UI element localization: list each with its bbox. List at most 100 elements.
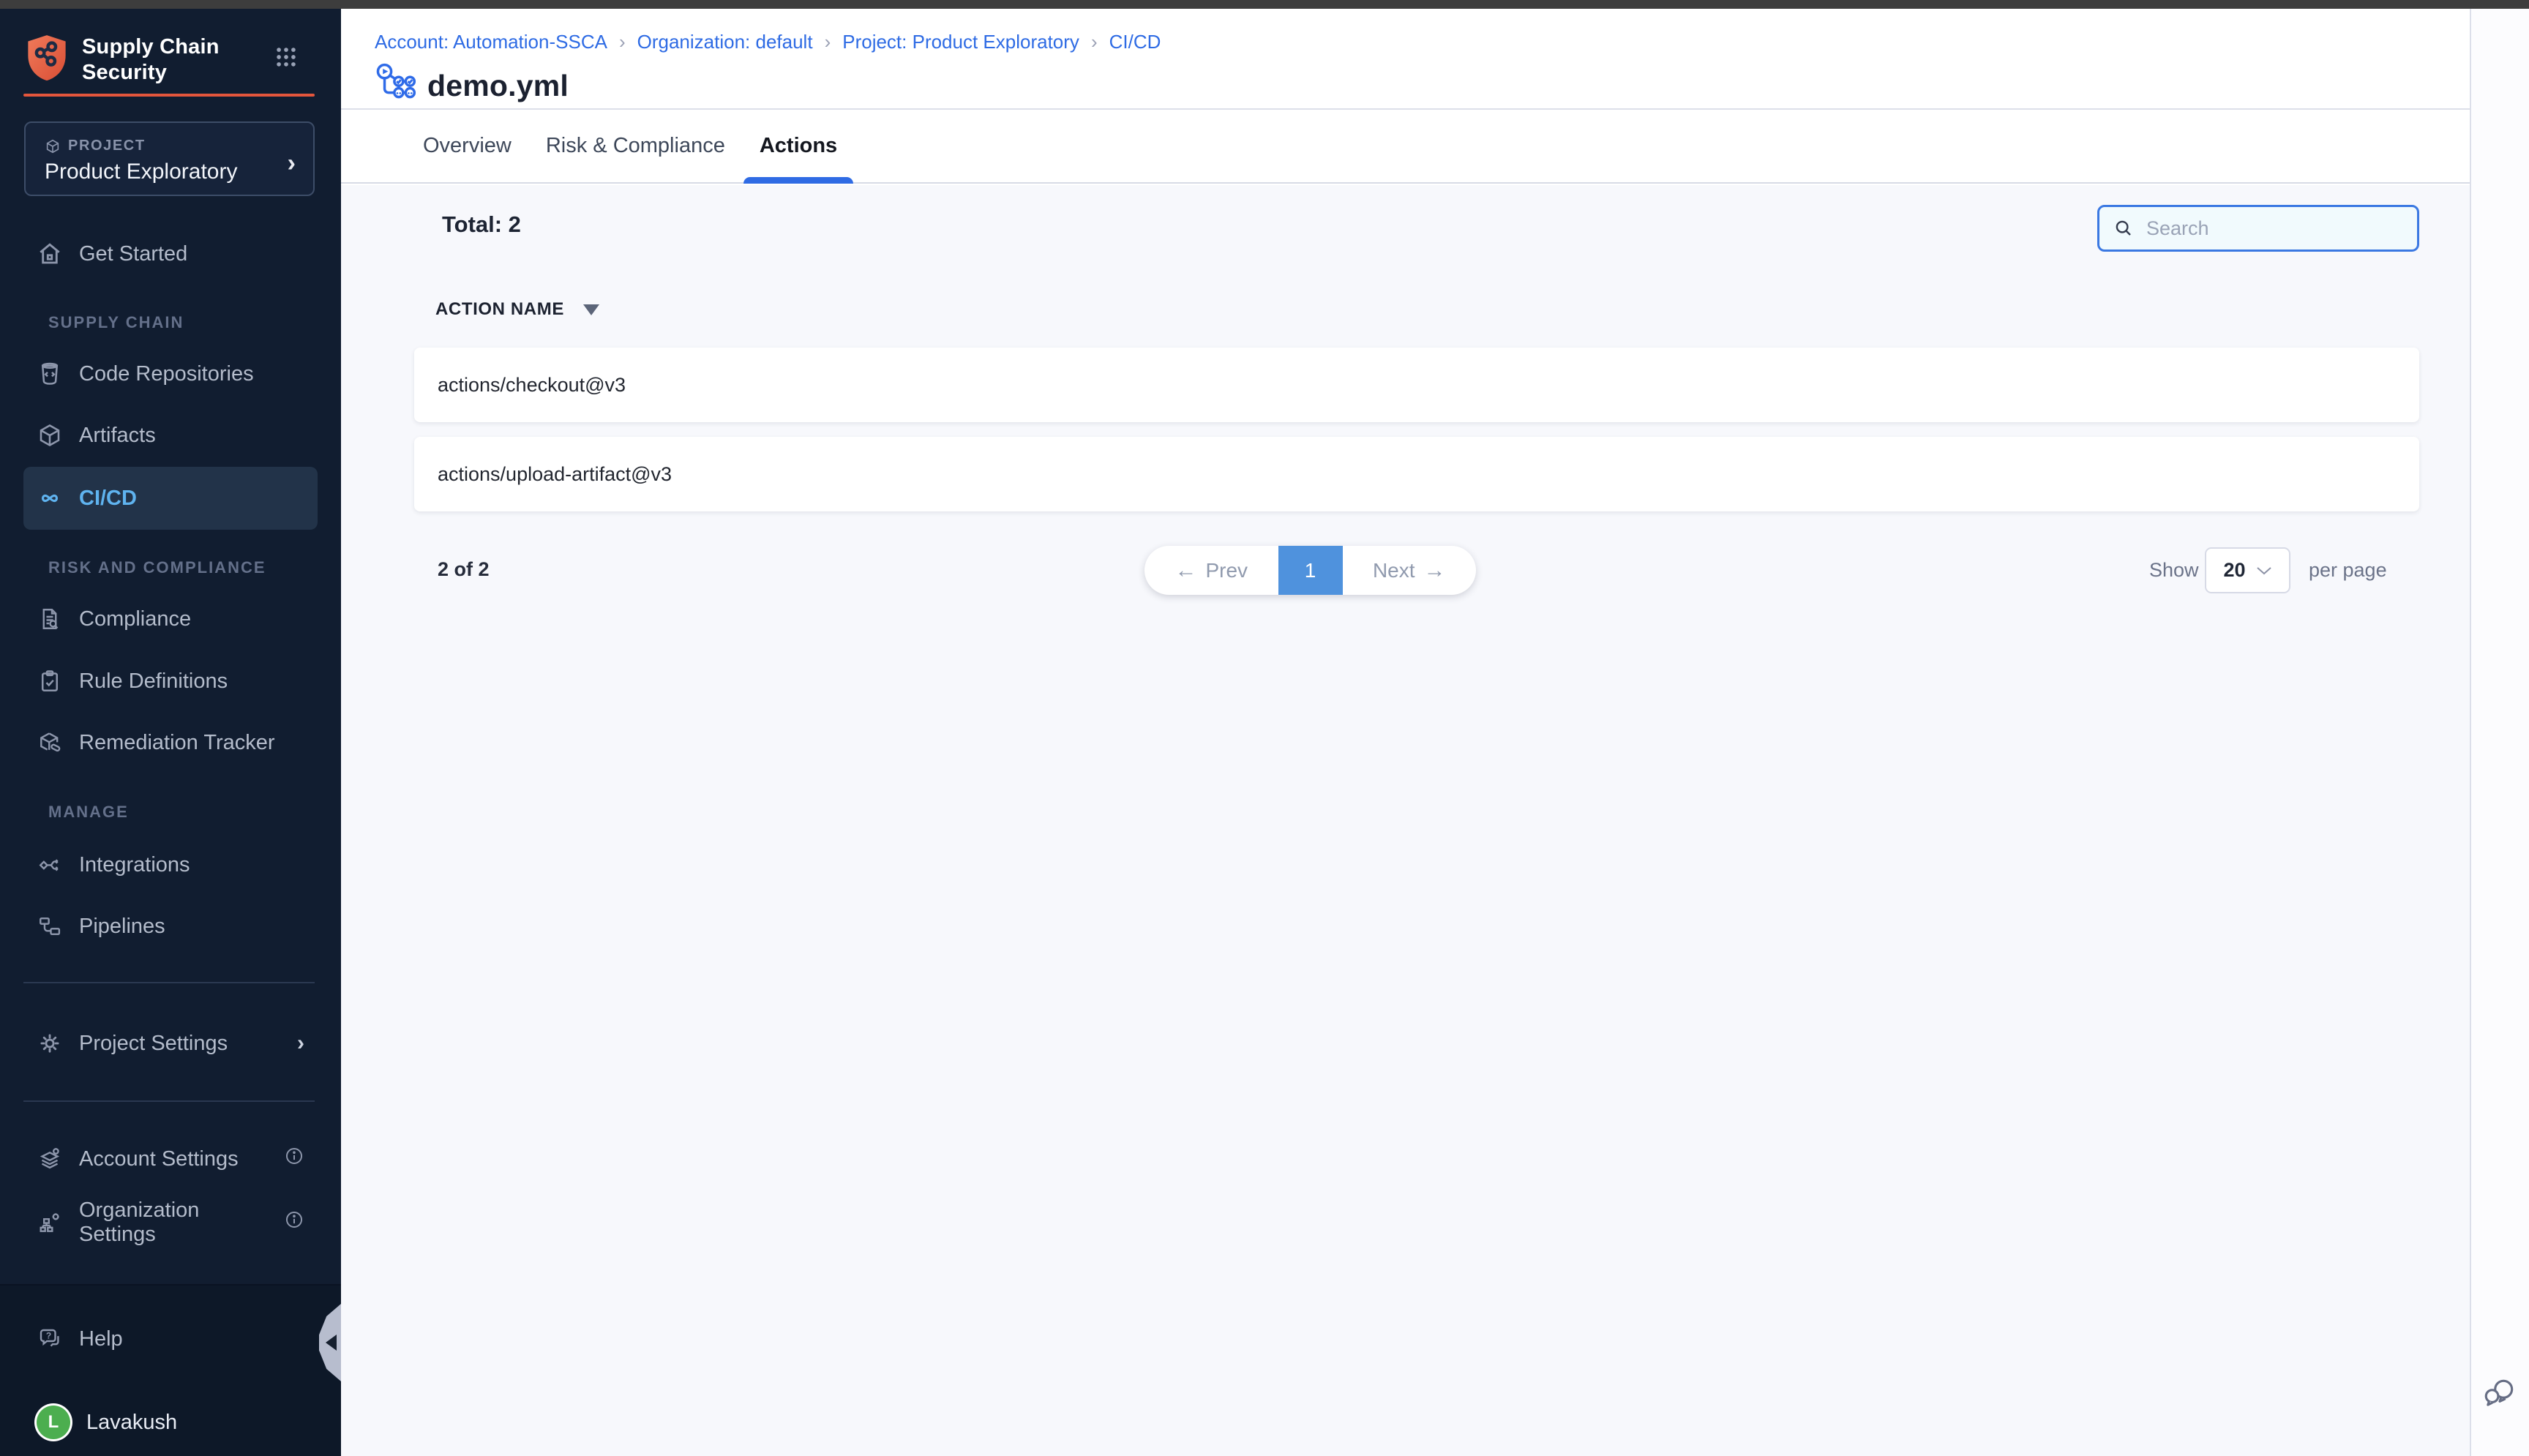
sidebar: Supply Chain Security PROJECT Product Ex…	[0, 9, 341, 1456]
sidebar-item-rule-definitions[interactable]: Rule Definitions	[23, 650, 318, 713]
table-header: ACTION NAME	[435, 299, 599, 320]
sidebar-item-integrations[interactable]: Integrations	[23, 833, 318, 896]
page-size-value: 20	[2223, 559, 2245, 582]
user-name: Lavakush	[86, 1411, 177, 1435]
info-icon[interactable]	[284, 1209, 304, 1236]
info-icon[interactable]	[284, 1146, 304, 1172]
help-chat-icon: ?	[37, 1326, 63, 1352]
project-label: PROJECT	[68, 138, 146, 154]
sidebar-item-label: Help	[79, 1327, 123, 1351]
app-title: Supply Chain Security	[82, 34, 220, 86]
prev-page-button[interactable]: ← Prev	[1144, 546, 1278, 595]
page-1-button[interactable]: 1	[1278, 546, 1343, 595]
project-cube-icon	[45, 138, 61, 154]
app-switcher-grid-icon[interactable]	[274, 45, 299, 70]
clipboard-check-icon	[37, 668, 63, 694]
infinity-cicd-icon	[37, 485, 63, 511]
sidebar-item-remediation-tracker[interactable]: Remediation Tracker	[23, 711, 318, 774]
chat-support-icon[interactable]	[2481, 1376, 2518, 1412]
sort-descending-icon[interactable]	[583, 304, 599, 315]
home-icon	[37, 241, 63, 267]
sidebar-item-label: Integrations	[79, 853, 190, 877]
tab-overview[interactable]: Overview	[423, 110, 512, 182]
right-arrow-icon: →	[1424, 560, 1446, 582]
pagination: ← Prev 1 Next →	[1144, 546, 1476, 595]
sidebar-divider	[23, 982, 315, 983]
breadcrumb-cicd-link[interactable]: CI/CD	[1109, 31, 1161, 53]
page-size-select[interactable]: 20	[2205, 547, 2290, 593]
chevron-right-icon: ›	[297, 1031, 304, 1056]
sidebar-section-manage: MANAGE	[48, 803, 129, 822]
project-selector[interactable]: PROJECT Product Exploratory ›	[24, 121, 315, 196]
search-box	[2097, 205, 2419, 252]
breadcrumb-project-link[interactable]: Project: Product Exploratory	[842, 31, 1079, 53]
sidebar-item-get-started[interactable]: Get Started	[23, 222, 318, 285]
sidebar-item-project-settings[interactable]: Project Settings ›	[23, 1012, 318, 1075]
main-area: Account: Automation-SSCA › Organization:…	[341, 9, 2471, 1456]
sidebar-user-menu[interactable]: L Lavakush	[23, 1391, 318, 1454]
page-header: Account: Automation-SSCA › Organization:…	[341, 9, 2471, 110]
layers-gear-icon	[37, 1146, 63, 1172]
sidebar-item-label: Get Started	[79, 242, 187, 266]
right-gutter	[2470, 9, 2529, 1456]
sidebar-item-label: Rule Definitions	[79, 669, 228, 694]
sidebar-item-label: Account Settings	[79, 1147, 239, 1171]
action-name-cell: actions/checkout@v3	[438, 374, 626, 397]
breadcrumb-separator: ›	[825, 31, 831, 53]
sidebar-item-account-settings[interactable]: Account Settings	[23, 1127, 318, 1190]
search-input[interactable]	[2145, 217, 2407, 241]
pagination-range: 2 of 2	[438, 558, 490, 581]
tab-risk-compliance[interactable]: Risk & Compliance	[546, 110, 725, 182]
search-icon	[2113, 217, 2135, 239]
sidebar-item-artifacts[interactable]: Artifacts	[23, 404, 318, 467]
cube-icon	[37, 422, 63, 449]
sidebar-item-compliance[interactable]: Compliance	[23, 588, 318, 650]
document-search-icon	[37, 606, 63, 632]
sidebar-item-label: Organization Settings	[79, 1198, 268, 1247]
breadcrumb: Account: Automation-SSCA › Organization:…	[375, 31, 1161, 53]
breadcrumb-separator: ›	[1091, 31, 1098, 53]
page-title-row: demo.yml	[375, 63, 569, 108]
table-row[interactable]: actions/upload-artifact@v3	[414, 437, 2419, 511]
sidebar-item-label: Compliance	[79, 607, 191, 631]
left-arrow-icon: ←	[1174, 560, 1196, 582]
window-top-strip	[0, 0, 2529, 9]
breadcrumb-account-link[interactable]: Account: Automation-SSCA	[375, 31, 607, 53]
workflow-file-icon	[375, 63, 417, 108]
sidebar-item-pipelines[interactable]: Pipelines	[23, 895, 318, 958]
project-chevron-right-icon: ›	[288, 149, 296, 178]
project-name: Product Exploratory	[45, 160, 237, 184]
sidebar-section-risk-and-compliance: RISK AND COMPLIANCE	[48, 558, 266, 577]
breadcrumb-organization-link[interactable]: Organization: default	[637, 31, 813, 53]
integrations-branch-icon	[37, 852, 63, 878]
show-label: Show	[2149, 559, 2199, 582]
user-avatar: L	[37, 1406, 70, 1439]
next-page-button[interactable]: Next →	[1343, 546, 1477, 595]
app-logo: Supply Chain Security	[23, 31, 315, 94]
sidebar-item-code-repositories[interactable]: Code Repositories	[23, 342, 318, 405]
page-title: demo.yml	[427, 69, 569, 103]
tab-actions[interactable]: Actions	[760, 110, 837, 182]
sidebar-item-label: Code Repositories	[79, 362, 254, 386]
table-row[interactable]: actions/checkout@v3	[414, 348, 2419, 422]
pipelines-flow-icon	[37, 913, 63, 939]
actions-content: Total: 2 ACTION NAME actions/checkout@v3…	[341, 185, 2471, 1456]
sidebar-divider	[23, 1100, 315, 1102]
sidebar-section-supply-chain: SUPPLY CHAIN	[48, 313, 184, 332]
sidebar-item-label: Pipelines	[79, 915, 165, 939]
sidebar-item-help[interactable]: ? Help	[23, 1307, 318, 1370]
sidebar-item-label: CI/CD	[79, 487, 137, 511]
supply-chain-security-shield-icon	[23, 33, 70, 83]
sidebar-item-cicd[interactable]: CI/CD	[23, 467, 318, 530]
per-page-label: per page	[2309, 559, 2387, 582]
column-action-name: ACTION NAME	[435, 299, 564, 320]
sidebar-item-organization-settings[interactable]: Organization Settings	[23, 1191, 318, 1254]
breadcrumb-separator: ›	[619, 31, 626, 53]
sidebar-item-label: Project Settings	[79, 1032, 228, 1056]
code-repository-icon	[37, 361, 63, 387]
total-count: Total: 2	[442, 211, 521, 238]
box-pencil-icon	[37, 729, 63, 756]
svg-text:?: ?	[46, 1330, 51, 1340]
org-gear-icon	[37, 1209, 63, 1236]
sidebar-item-label: Artifacts	[79, 424, 156, 448]
